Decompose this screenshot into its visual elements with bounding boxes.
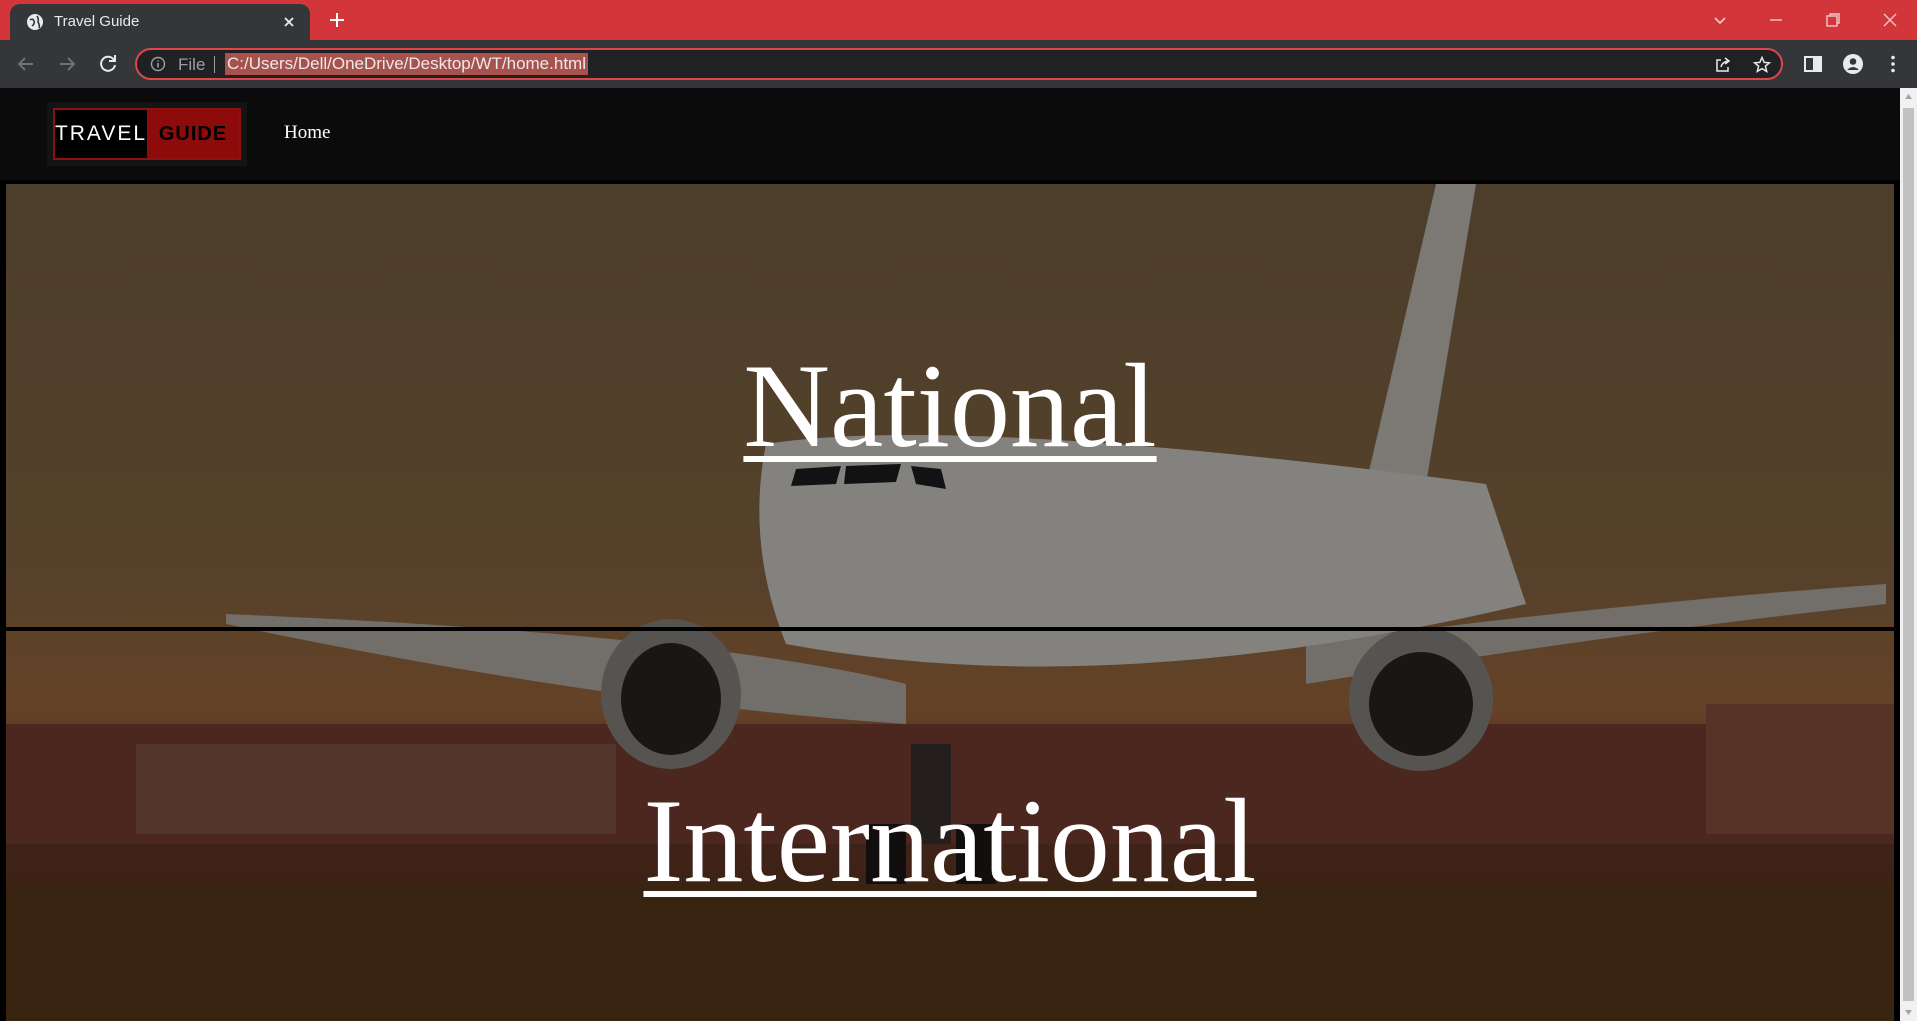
site-navbar: TRAVEL GUIDE Home [0, 88, 1900, 180]
address-bar[interactable]: File C:/Users/Dell/OneDrive/Desktop/WT/h… [135, 48, 1783, 80]
restore-icon[interactable] [1821, 8, 1845, 32]
international-link[interactable]: International [6, 781, 1894, 901]
side-panel-icon[interactable] [1802, 53, 1824, 75]
tab-search-chevron-icon[interactable] [1708, 8, 1732, 32]
logo-frame: TRAVEL GUIDE [53, 108, 241, 160]
profile-avatar-icon[interactable] [1842, 53, 1864, 75]
menu-dots-icon[interactable] [1882, 53, 1904, 75]
site-logo[interactable]: TRAVEL GUIDE [47, 102, 247, 166]
national-link[interactable]: National [6, 346, 1894, 466]
scrollbar-thumb[interactable] [1903, 108, 1914, 1001]
close-window-icon[interactable] [1878, 8, 1902, 32]
scheme-label: File [178, 55, 206, 74]
back-icon[interactable] [14, 52, 38, 76]
logo-word-travel: TRAVEL [55, 110, 147, 158]
reload-icon[interactable] [96, 52, 120, 76]
nav-home-link[interactable]: Home [284, 122, 330, 144]
scroll-up-arrow-icon[interactable] [1904, 92, 1913, 101]
browser-tabstrip: Travel Guide [0, 0, 1917, 40]
web-page: TRAVEL GUIDE Home National International [0, 88, 1900, 1021]
national-section[interactable]: National [6, 184, 1894, 627]
globe-icon [27, 14, 43, 30]
bookmark-star-icon[interactable] [1752, 55, 1772, 75]
scheme-separator [214, 56, 215, 73]
url-text[interactable]: C:/Users/Dell/OneDrive/Desktop/WT/home.h… [225, 53, 588, 75]
scroll-down-arrow-icon[interactable] [1904, 1008, 1913, 1017]
share-icon[interactable] [1713, 55, 1733, 75]
logo-word-guide: GUIDE [147, 110, 239, 158]
forward-icon[interactable] [55, 52, 79, 76]
close-tab-icon[interactable] [281, 14, 297, 30]
minimize-icon[interactable] [1764, 8, 1788, 32]
browser-tab[interactable]: Travel Guide [10, 4, 310, 40]
new-tab-icon[interactable] [327, 10, 347, 30]
info-icon[interactable] [150, 56, 166, 72]
international-section[interactable]: International [6, 631, 1894, 1021]
tab-title: Travel Guide [54, 13, 140, 30]
